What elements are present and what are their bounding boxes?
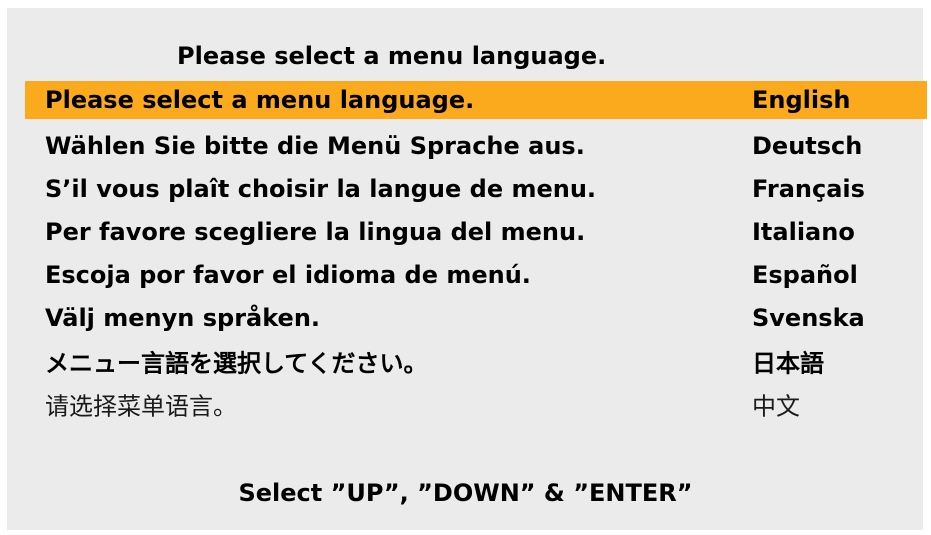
language-name: Deutsch — [752, 131, 863, 160]
navigation-instructions: Select ”UP”, ”DOWN” & ”ENTER” — [238, 479, 693, 507]
language-menu-panel: Please select a menu language. Please se… — [7, 8, 927, 530]
language-prompt: Please select a menu language. — [45, 86, 475, 114]
language-option-chinese[interactable]: 请选择菜单语言。 中文 — [25, 382, 927, 425]
language-name: 日本語 — [752, 349, 824, 377]
language-option-espanol[interactable]: Escoja por favor el idioma de menú. Espa… — [25, 253, 927, 296]
language-prompt: S’il vous plaît choisir la langue de men… — [45, 174, 597, 203]
language-name: 中文 — [752, 392, 800, 420]
language-name: Svenska — [752, 303, 865, 332]
language-prompt: Välj menyn språken. — [45, 303, 321, 332]
menu-title: Please select a menu language. — [177, 42, 607, 70]
language-prompt: Wählen Sie bitte die Menü Sprache aus. — [45, 131, 585, 160]
language-name: English — [752, 86, 851, 114]
language-option-deutsch[interactable]: Wählen Sie bitte die Menü Sprache aus. D… — [25, 124, 927, 167]
language-option-english[interactable]: Please select a menu language. English — [25, 81, 927, 119]
language-option-francais[interactable]: S’il vous plaît choisir la langue de men… — [25, 167, 927, 210]
language-list: Please select a menu language. English W… — [25, 81, 927, 425]
language-name: Français — [752, 174, 865, 203]
language-option-italiano[interactable]: Per favore scegliere la lingua del menu.… — [25, 210, 927, 253]
language-prompt: 请选择菜单语言。 — [45, 392, 237, 420]
language-name: Español — [752, 260, 858, 289]
language-option-svenska[interactable]: Välj menyn språken. Svenska — [25, 296, 927, 339]
language-prompt: Escoja por favor el idioma de menú. — [45, 260, 531, 289]
language-name: Italiano — [752, 217, 855, 246]
language-option-japanese[interactable]: メニュー言語を選択してください。 日本語 — [25, 339, 927, 382]
language-prompt: メニュー言語を選択してください。 — [45, 349, 428, 377]
language-prompt: Per favore scegliere la lingua del menu. — [45, 217, 586, 246]
